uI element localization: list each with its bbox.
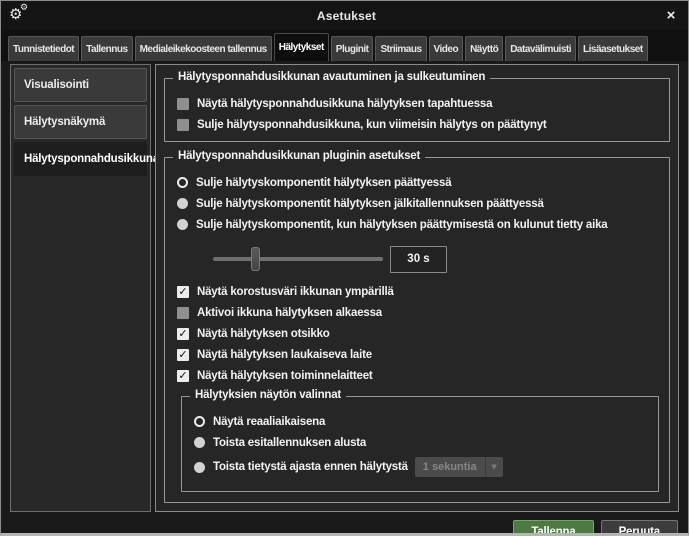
tab-medialeikekoosteen-tallennus[interactable]: Medialeikekoosteen tallennus bbox=[135, 36, 272, 61]
radio-label: Toista tietystä ajasta ennen hälytystä bbox=[213, 461, 408, 473]
radio-label: Näytä reaaliaikaisena bbox=[213, 416, 325, 428]
unselected-radio-icon[interactable] bbox=[177, 219, 188, 230]
radio-row: Toista esitallennuksen alusta bbox=[194, 436, 648, 449]
radio-row: Sulje hälytyskomponentit hälytyksen jälk… bbox=[177, 197, 659, 210]
checkbox-label: Näytä hälytyksen otsikko bbox=[197, 328, 330, 340]
radio-row: Näytä reaaliaikaisena bbox=[194, 415, 648, 428]
tab-tallennus[interactable]: Tallennus bbox=[81, 36, 132, 61]
selected-radio-icon[interactable] bbox=[177, 177, 188, 188]
checked-checkbox-icon[interactable]: ✓ bbox=[177, 286, 189, 298]
checkbox-row: Aktivoi ikkuna hälytyksen alkaessa bbox=[177, 306, 659, 319]
checked-checkbox-icon[interactable]: ✓ bbox=[177, 370, 189, 382]
checkbox-label: Näytä hälytyksen toiminnelaitteet bbox=[197, 370, 373, 382]
tab-video[interactable]: Video bbox=[429, 36, 464, 61]
close-delay-slider-row: 30 s bbox=[213, 245, 659, 273]
group-plugin-settings: Hälytysponnahdusikkunan pluginin asetuks… bbox=[164, 157, 670, 503]
group-alarm-display-radio-rows: Näytä reaaliaikaisena Toista esitallennuk… bbox=[194, 415, 648, 477]
content-area: VisualisointiHälytysnäkymäHälytysponnahd… bbox=[1, 61, 688, 514]
checkbox-label: Sulje hälytysponnahdusikkuna, kun viimei… bbox=[197, 119, 547, 131]
unchecked-checkbox-icon[interactable] bbox=[177, 119, 189, 131]
title-bar: ⚙ ⚙ Asetukset × bbox=[1, 1, 688, 31]
tab-lisäasetukset[interactable]: Lisäasetukset bbox=[578, 36, 648, 61]
sidebar: VisualisointiHälytysnäkymäHälytysponnahd… bbox=[10, 64, 151, 512]
tab-striimaus[interactable]: Striimaus bbox=[375, 36, 426, 61]
tab-tunnistetiedot[interactable]: Tunnistetiedot bbox=[8, 36, 79, 61]
radio-row: Sulje hälytyskomponentit, kun hälytyksen… bbox=[177, 218, 659, 231]
radio-label: Sulje hälytyskomponentit hälytyksen päät… bbox=[196, 177, 451, 189]
unchecked-checkbox-icon[interactable] bbox=[177, 98, 189, 110]
tab-bar: TunnistetiedotTallennusMedialeikekoostee… bbox=[1, 31, 688, 61]
group-plugin-radio-rows: Sulje hälytyskomponentit hälytyksen päät… bbox=[177, 176, 659, 231]
tab-hälytykset[interactable]: Hälytykset bbox=[274, 33, 329, 61]
group-open-close-title: Hälytysponnahdusikkunan avautuminen ja s… bbox=[173, 71, 490, 83]
selected-radio-icon[interactable] bbox=[194, 416, 205, 427]
gear-icon: ⚙ ⚙ bbox=[9, 5, 31, 27]
radio-label: Sulje hälytyskomponentit hälytyksen jälk… bbox=[196, 198, 544, 210]
checkbox-label: Näytä hälytysponnahdusikkuna hälytyksen … bbox=[197, 98, 492, 110]
checkbox-row: Näytä hälytysponnahdusikkuna hälytyksen … bbox=[177, 97, 659, 110]
unselected-radio-icon[interactable] bbox=[194, 462, 205, 473]
group-plugin-checkbox-rows: ✓ Näytä korostusväri ikkunan ympärillä Akt… bbox=[177, 285, 659, 382]
sidebar-item-visualisointi[interactable]: Visualisointi bbox=[14, 68, 147, 102]
radio-row: Toista tietystä ajasta ennen hälytystä 1 … bbox=[194, 457, 648, 477]
unselected-radio-icon[interactable] bbox=[177, 198, 188, 209]
chevron-down-icon[interactable]: ▼ bbox=[485, 457, 503, 477]
checkbox-row: Sulje hälytysponnahdusikkuna, kun viimei… bbox=[177, 118, 659, 131]
group-open-close: Hälytysponnahdusikkunan avautuminen ja s… bbox=[164, 78, 670, 142]
checkbox-label: Näytä hälytyksen laukaiseva laite bbox=[197, 349, 372, 361]
checkbox-label: Näytä korostusväri ikkunan ympärillä bbox=[197, 286, 394, 298]
settings-window: ⚙ ⚙ Asetukset × TunnistetiedotTallennusM… bbox=[0, 0, 689, 536]
main-panel: Hälytysponnahdusikkunan avautuminen ja s… bbox=[155, 64, 679, 512]
group-alarm-display-title: Hälytyksien näytön valinnat bbox=[190, 389, 346, 401]
group-open-close-rows: Näytä hälytysponnahdusikkuna hälytyksen … bbox=[177, 97, 659, 131]
tab-näyttö[interactable]: Näyttö bbox=[465, 36, 503, 61]
unchecked-checkbox-icon[interactable] bbox=[177, 307, 189, 319]
close-icon[interactable]: × bbox=[662, 7, 680, 25]
checkbox-row: ✓ Näytä korostusväri ikkunan ympärillä bbox=[177, 285, 659, 298]
group-plugin-settings-title: Hälytysponnahdusikkunan pluginin asetuks… bbox=[173, 150, 425, 162]
footer-bar: Tallenna Peruuta bbox=[1, 514, 688, 536]
checkbox-label: Aktivoi ikkuna hälytyksen alkaessa bbox=[197, 307, 382, 319]
window-title: Asetukset bbox=[31, 9, 662, 23]
slider-handle[interactable] bbox=[251, 247, 260, 271]
preplay-time-dropdown[interactable]: 1 sekuntia▼ bbox=[415, 457, 503, 477]
tab-pluginit[interactable]: Pluginit bbox=[331, 36, 374, 61]
tab-datavälimuisti[interactable]: Datavälimuisti bbox=[505, 36, 576, 61]
close-delay-value-box[interactable]: 30 s bbox=[390, 246, 447, 273]
checked-checkbox-icon[interactable]: ✓ bbox=[177, 328, 189, 340]
save-button[interactable]: Tallenna bbox=[513, 520, 593, 536]
checkbox-row: ✓ Näytä hälytyksen laukaiseva laite bbox=[177, 348, 659, 361]
unselected-radio-icon[interactable] bbox=[194, 437, 205, 448]
radio-row: Sulje hälytyskomponentit hälytyksen päät… bbox=[177, 176, 659, 189]
sidebar-item-hälytysponnahdusikkuna[interactable]: Hälytysponnahdusikkuna bbox=[14, 142, 147, 176]
gear-icon-small: ⚙ bbox=[20, 4, 28, 13]
sidebar-item-hälytysnäkymä[interactable]: Hälytysnäkymä bbox=[14, 105, 147, 139]
close-delay-slider[interactable] bbox=[213, 257, 383, 261]
preplay-time-value: 1 sekuntia bbox=[415, 457, 485, 477]
checkbox-row: ✓ Näytä hälytyksen toiminnelaitteet bbox=[177, 369, 659, 382]
checkbox-row: ✓ Näytä hälytyksen otsikko bbox=[177, 327, 659, 340]
cancel-button[interactable]: Peruuta bbox=[601, 520, 678, 536]
group-alarm-display: Hälytyksien näytön valinnat Näytä reaali… bbox=[181, 396, 659, 492]
checked-checkbox-icon[interactable]: ✓ bbox=[177, 349, 189, 361]
radio-label: Sulje hälytyskomponentit, kun hälytyksen… bbox=[196, 219, 608, 231]
radio-label: Toista esitallennuksen alusta bbox=[213, 437, 366, 449]
